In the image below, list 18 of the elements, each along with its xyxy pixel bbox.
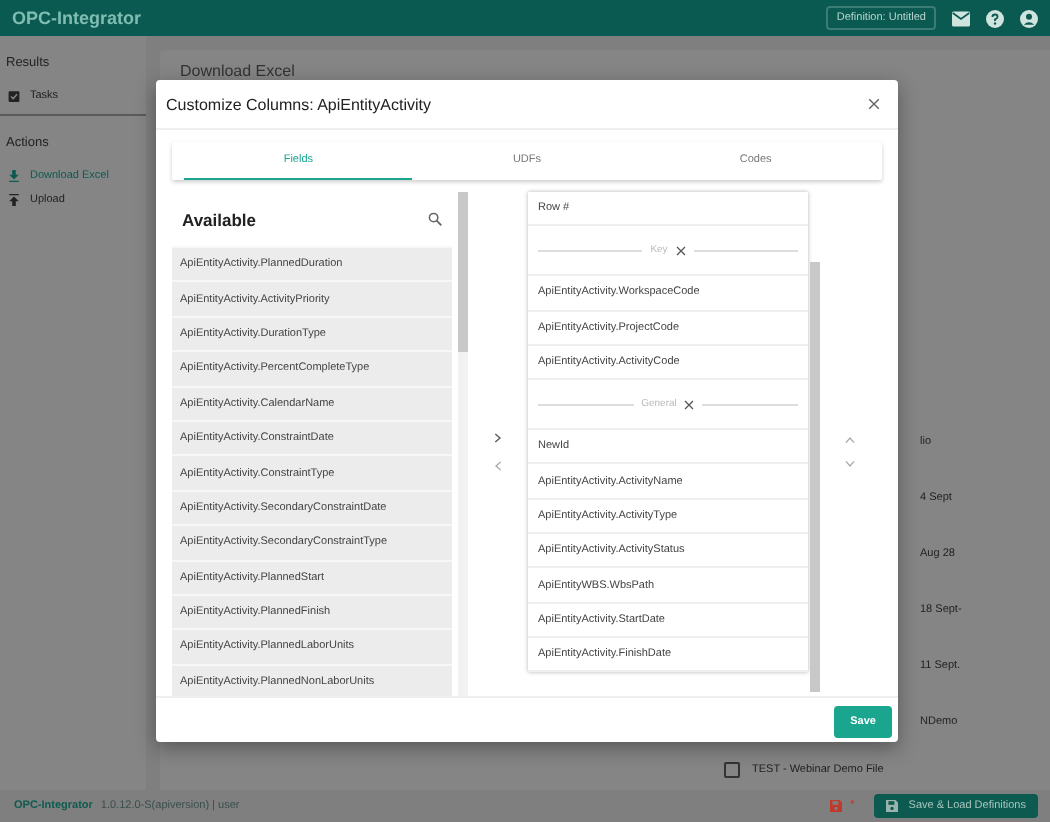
save-icon bbox=[886, 800, 899, 812]
file-checkbox[interactable] bbox=[724, 762, 740, 778]
remove-icon[interactable] bbox=[684, 399, 695, 410]
app-logo: OPC-Integrator bbox=[12, 8, 142, 28]
upload-icon bbox=[8, 194, 20, 206]
remove-icon[interactable] bbox=[675, 245, 686, 256]
help-icon[interactable] bbox=[986, 9, 1004, 27]
download-icon bbox=[8, 170, 20, 182]
account-icon[interactable] bbox=[1020, 9, 1038, 27]
dialog-title: Customize Columns: ApiEntityActivity bbox=[166, 95, 431, 113]
mail-icon[interactable] bbox=[952, 9, 970, 27]
list-heading: Available bbox=[182, 209, 257, 229]
close-icon[interactable] bbox=[868, 98, 880, 110]
scrollbar[interactable] bbox=[458, 192, 468, 696]
scrollbar[interactable] bbox=[810, 262, 820, 692]
card-title: Download Excel bbox=[180, 62, 295, 80]
move-right-icon[interactable] bbox=[494, 432, 502, 444]
search-icon[interactable] bbox=[428, 212, 442, 226]
